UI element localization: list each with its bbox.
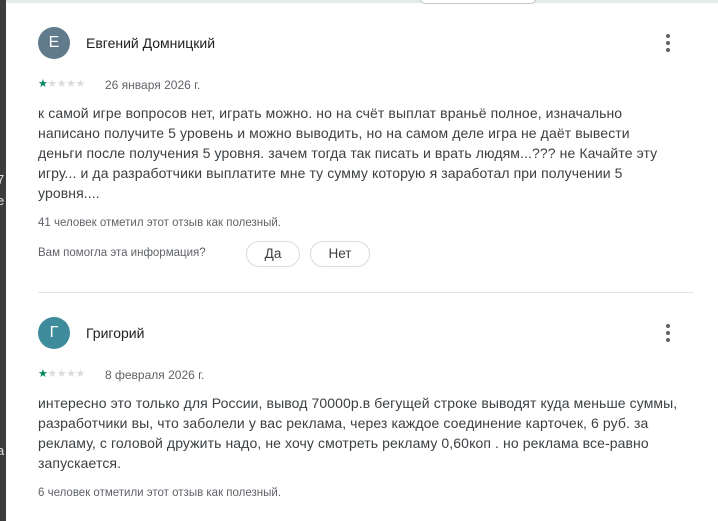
review-meta: ★★★★★ 8 февраля 2026 г. xyxy=(38,367,696,383)
no-button[interactable]: Нет xyxy=(310,241,370,267)
star-rating: ★★★★★ xyxy=(38,367,85,381)
top-divider xyxy=(6,0,718,3)
star-empty-icon: ★ xyxy=(66,78,76,90)
helpful-count: 6 человек отметили этот отзыв как полезн… xyxy=(38,487,282,499)
star-filled-icon: ★ xyxy=(38,368,48,380)
top-scroll-pill[interactable] xyxy=(419,0,537,4)
review-text: интересно это только для России, вывод 7… xyxy=(38,395,678,471)
star-empty-icon: ★ xyxy=(56,78,67,90)
review-meta: ★★★★★ 26 января 2026 г. xyxy=(38,77,696,93)
review-text: к самой игре вопросов нет, играть можно.… xyxy=(38,105,658,201)
yes-button[interactable]: Да xyxy=(246,241,300,267)
star-filled-icon: ★ xyxy=(38,78,48,90)
review-author: Евгений Домницкий xyxy=(86,35,216,51)
star-empty-icon: ★ xyxy=(56,368,67,380)
background-edge-char: 7 xyxy=(0,172,5,187)
star-empty-icon: ★ xyxy=(47,368,57,380)
review-header: Е Евгений Домницкий xyxy=(38,27,696,61)
helpful-question: Вам помогла эта информация? xyxy=(38,247,206,259)
avatar: Г xyxy=(38,317,70,349)
helpful-count: 41 человек отметил этот отзыв как полезн… xyxy=(38,217,282,229)
more-options-icon[interactable] xyxy=(656,321,680,345)
helpful-question-row: Вам помогла эта информация? Да Нет xyxy=(38,241,696,267)
review-item: Е Евгений Домницкий ★★★★★ 26 января 2026… xyxy=(38,27,696,267)
star-empty-icon: ★ xyxy=(75,368,86,380)
review-header: Г Григорий xyxy=(38,317,696,351)
review-date: 26 января 2026 г. xyxy=(105,78,201,92)
review-divider xyxy=(38,292,694,293)
star-rating: ★★★★★ xyxy=(38,77,85,91)
review-date: 8 февраля 2026 г. xyxy=(105,368,205,382)
star-empty-icon: ★ xyxy=(75,78,86,90)
background-edge-char: а xyxy=(0,443,5,458)
background-edge-char: е xyxy=(0,193,5,208)
reviews-dialog: Е Евгений Домницкий ★★★★★ 26 января 2026… xyxy=(6,0,718,521)
review-item: Г Григорий ★★★★★ 8 февраля 2026 г. интер… xyxy=(38,317,696,499)
star-empty-icon: ★ xyxy=(66,368,76,380)
more-options-icon[interactable] xyxy=(656,31,680,55)
review-author: Григорий xyxy=(86,325,145,341)
star-empty-icon: ★ xyxy=(47,78,57,90)
avatar: Е xyxy=(38,27,70,59)
